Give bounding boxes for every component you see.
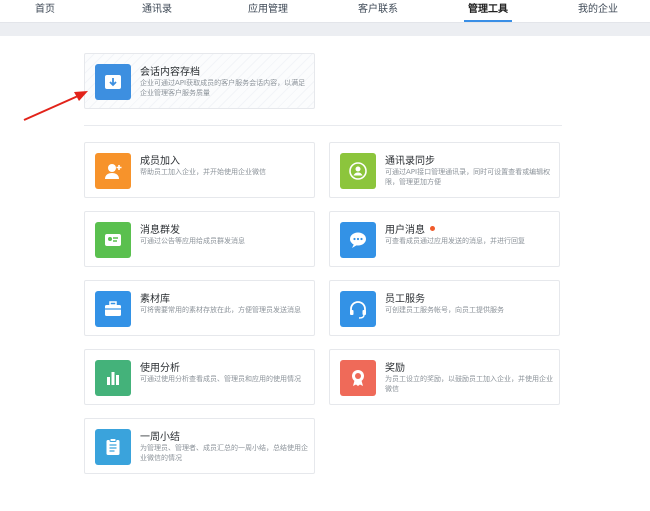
tool-card-title: 一周小结: [140, 432, 180, 443]
tool-card-title: 使用分析: [140, 363, 180, 374]
clipboard-icon: [95, 429, 131, 465]
tool-card-desc: 可查看成员通过应用发送的消息，并进行回复: [385, 237, 525, 245]
bar-chart-icon: [95, 360, 131, 396]
tool-card-weekly-summary[interactable]: 一周小结 为管理员、管理者、成员汇总的一周小结，总结使用企业微信的情况: [84, 418, 315, 474]
section-divider: [84, 125, 562, 126]
tool-card-contact-sync[interactable]: 通讯录同步 可通过API接口管理通讯录，同时可设置查看或编辑权限，管理更加方便: [329, 142, 560, 198]
chat-bubble-icon: [340, 222, 376, 258]
tool-card-title: 消息群发: [140, 225, 180, 236]
tool-card-title: 员工服务: [385, 294, 425, 305]
tool-card-reward[interactable]: 奖励 为员工设立的奖励，以鼓励员工加入企业，并使用企业微信: [329, 349, 560, 405]
tool-card-title: 成员加入: [140, 156, 180, 167]
tool-card-title: 素材库: [140, 294, 170, 305]
tool-card-usage-analysis[interactable]: 使用分析 可通过使用分析查看成员、管理员和应用的使用情况: [84, 349, 315, 405]
tool-card-title: 通讯录同步: [385, 156, 435, 167]
tool-card-title-text: 用户消息: [385, 225, 425, 236]
tool-card-desc: 可创建员工服务帐号，向员工提供服务: [385, 306, 504, 314]
new-badge-dot: [430, 226, 435, 231]
broadcast-message-icon: [95, 222, 131, 258]
award-medal-icon: [340, 360, 376, 396]
tool-card-broadcast[interactable]: 消息群发 可通过公告等应用给成员群发消息: [84, 211, 315, 267]
tool-card-material-library[interactable]: 素材库 可将需要常用的素材存放在此，方便管理员发送消息: [84, 280, 315, 336]
tool-card-title: 奖励: [385, 363, 405, 374]
headset-icon: [340, 291, 376, 327]
contact-sync-icon: [340, 153, 376, 189]
tool-card-desc: 可通过公告等应用给成员群发消息: [140, 237, 245, 245]
tool-card-desc: 可通过使用分析查看成员、管理员和应用的使用情况: [140, 375, 301, 383]
tool-card-title: 用户消息: [385, 221, 435, 236]
tool-card-desc: 可通过API接口管理通讯录，同时可设置查看或编辑权限，管理更加方便: [385, 168, 551, 186]
tool-card-member-join[interactable]: 成员加入 帮助员工加入企业，并开始使用企业微信: [84, 142, 315, 198]
tool-card-desc: 为管理员、管理者、成员汇总的一周小结，总结使用企业微信的情况: [140, 444, 308, 462]
briefcase-icon: [95, 291, 131, 327]
tool-card-desc: 为员工设立的奖励，以鼓励员工加入企业，并使用企业微信: [385, 375, 553, 393]
person-add-icon: [95, 153, 131, 189]
tool-card-desc: 帮助员工加入企业，并开始使用企业微信: [140, 168, 266, 176]
tool-card-user-message[interactable]: 用户消息 可查看成员通过应用发送的消息，并进行回复: [329, 211, 560, 267]
tool-card-employee-service[interactable]: 员工服务 可创建员工服务帐号，向员工提供服务: [329, 280, 560, 336]
tool-card-desc: 可将需要常用的素材存放在此，方便管理员发送消息: [140, 306, 301, 314]
